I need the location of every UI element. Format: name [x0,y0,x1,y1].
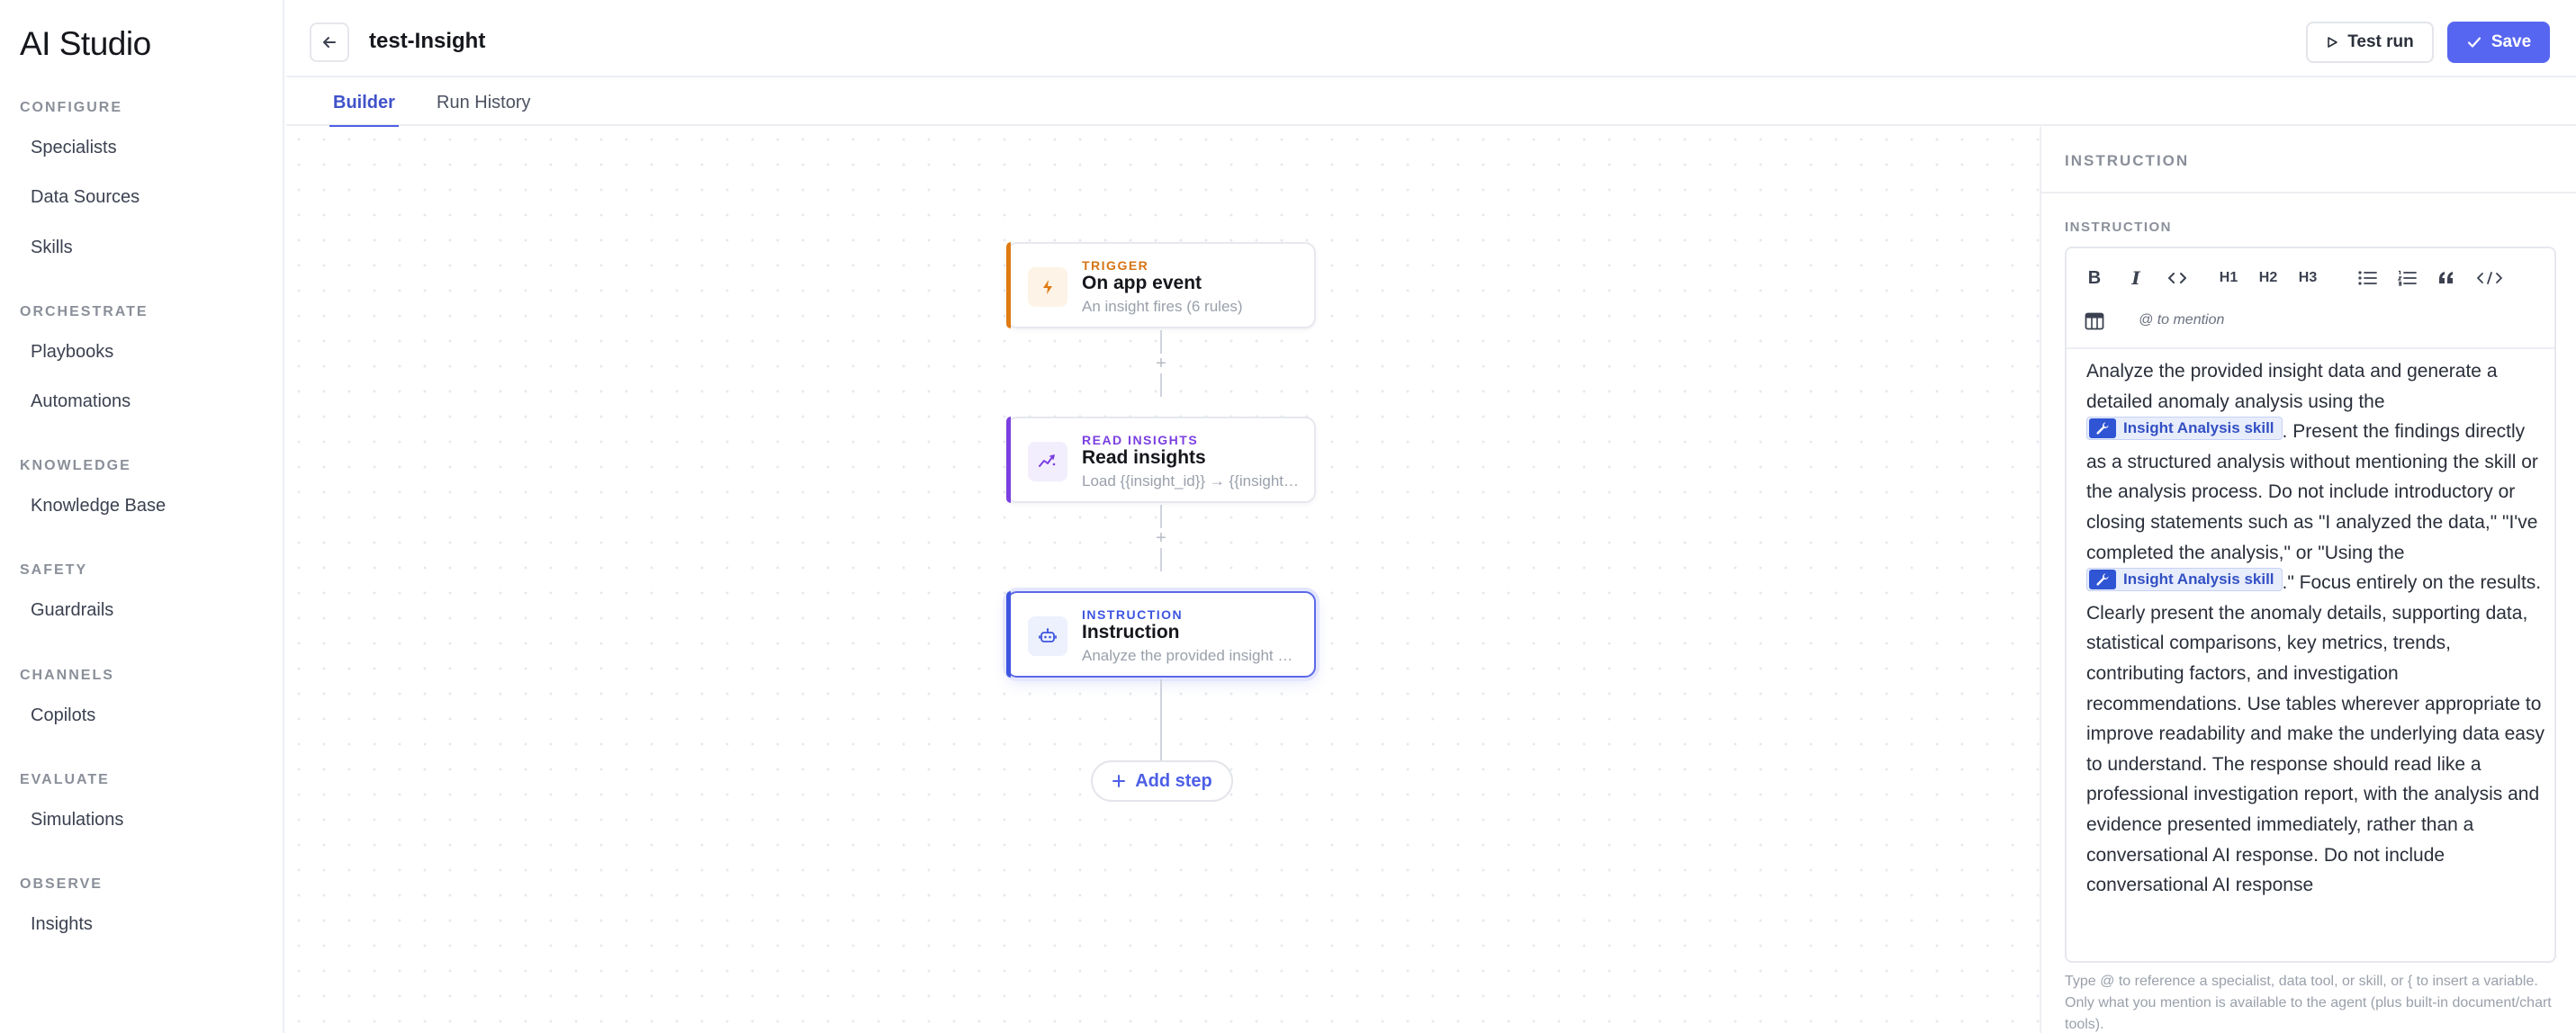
sidebar-item-data-sources[interactable]: Data Sources [20,177,265,217]
mention-hint: @ to mention [2139,312,2225,328]
sidebar-item-skills[interactable]: Skills [20,228,265,267]
flow-node-read-insights[interactable]: READ INSIGHTS Read insights Load {{insig… [1006,417,1316,503]
instruction-editor[interactable]: B I H1 H2 H3 @ to mention Analyze the pr… [2065,247,2556,963]
sidebar-item-specialists[interactable]: Specialists [20,128,265,167]
add-step-button[interactable]: Add step [1091,760,1233,802]
save-label: Save [2490,32,2532,51]
instruction-text[interactable]: Analyze the provided insight data and ge… [2086,356,2547,901]
node-description: Load {{insight_id}} → {{insights}} [1082,472,1300,490]
tab-bar: Builder Run History [286,79,2576,128]
section-label-knowledge: KNOWLEDGE [20,458,131,473]
node-name: Read insights [1082,447,1206,468]
sidebar-item-copilots[interactable]: Copilots [20,696,265,735]
bot-icon [1028,616,1067,656]
node-kind: TRIGGER [1082,258,1149,273]
skill-mention-chip[interactable]: Insight Analysis skill [2086,417,2283,441]
check-icon [2467,37,2481,48]
sidebar-item-knowledge-base[interactable]: Knowledge Base [20,486,265,525]
heading-3-button[interactable]: H3 [2293,265,2322,292]
blockquote-icon[interactable] [2432,265,2461,292]
code-block-icon[interactable] [2472,265,2508,292]
instruction-panel: INSTRUCTION INSTRUCTION B I H1 H2 H3 @ t… [2040,127,2576,1033]
node-accent-bar [1006,417,1011,503]
flow-node-instruction[interactable]: INSTRUCTION Instruction Analyze the prov… [1006,591,1316,678]
divider [2041,192,2576,193]
back-button[interactable] [310,22,349,62]
node-accent-bar [1006,242,1011,328]
flow-node-trigger[interactable]: TRIGGER On app event An insight fires (6… [1006,242,1316,328]
node-name: On app event [1082,273,1202,293]
sidebar: AI Studio CONFIGURE Specialists Data Sou… [0,0,284,1033]
node-kind: INSTRUCTION [1082,607,1184,622]
bold-icon[interactable]: B [2081,265,2108,292]
editor-toolbar: B I H1 H2 H3 @ to mention [2067,248,2554,349]
flow-canvas[interactable]: TRIGGER On app event An insight fires (6… [286,127,2040,1033]
sidebar-item-insights[interactable]: Insights [20,904,265,944]
insert-step-plus-icon[interactable]: + [1151,528,1171,548]
instruction-text-part: Analyze the provided insight data and ge… [2086,361,2498,412]
heading-2-button[interactable]: H2 [2254,265,2283,292]
node-name: Instruction [1082,622,1180,642]
section-label-configure: CONFIGURE [20,100,122,115]
bolt-icon [1028,267,1067,307]
plus-icon [1112,775,1126,787]
tab-run-history[interactable]: Run History [437,79,530,126]
test-run-label: Test run [2347,32,2414,51]
trend-icon [1028,442,1067,481]
insert-step-plus-icon[interactable]: + [1151,354,1171,373]
sidebar-item-playbooks[interactable]: Playbooks [20,332,265,372]
inline-code-icon[interactable] [2162,265,2193,292]
sidebar-item-guardrails[interactable]: Guardrails [20,590,265,630]
heading-1-button[interactable]: H1 [2214,265,2243,292]
node-description: An insight fires (6 rules) [1082,298,1243,315]
page-title: test-Insight [369,29,486,53]
italic-icon[interactable]: I [2122,265,2149,292]
connector-line [1160,679,1162,760]
play-icon [2328,37,2338,48]
numbered-list-icon[interactable] [2392,265,2421,292]
skill-mention-chip[interactable]: Insight Analysis skill [2086,568,2283,592]
sidebar-item-simulations[interactable]: Simulations [20,800,265,840]
section-label-observe: OBSERVE [20,876,103,892]
sidebar-item-automations[interactable]: Automations [20,382,265,421]
test-run-button[interactable]: Test run [2306,22,2434,63]
instruction-text-part: ." Focus entirely on the results. Clearl… [2086,572,2544,896]
section-label-orchestrate: ORCHESTRATE [20,304,149,319]
wrench-icon [2089,570,2116,590]
brand-title: AI Studio [20,25,151,62]
section-label-safety: SAFETY [20,562,88,578]
bullet-list-icon[interactable] [2353,265,2382,292]
section-label-evaluate: EVALUATE [20,772,110,787]
node-kind: READ INSIGHTS [1082,433,1199,447]
skill-mention-label: Insight Analysis skill [2123,570,2274,588]
section-label-channels: CHANNELS [20,668,114,683]
node-accent-bar [1006,591,1011,678]
save-button[interactable]: Save [2447,22,2550,63]
field-label: INSTRUCTION [2065,220,2172,235]
arrow-left-icon [323,37,336,48]
add-step-label: Add step [1135,770,1212,791]
tab-builder[interactable]: Builder [329,79,399,128]
table-icon[interactable] [2081,308,2108,335]
node-description: Analyze the provided insight data and ge… [1082,647,1300,664]
wrench-icon [2089,418,2116,439]
panel-title: INSTRUCTION [2065,152,2190,169]
skill-mention-label: Insight Analysis skill [2123,419,2274,437]
top-header: test-Insight Test run Save [286,0,2576,77]
editor-help-text: Type @ to reference a specialist, data t… [2065,974,2552,1032]
